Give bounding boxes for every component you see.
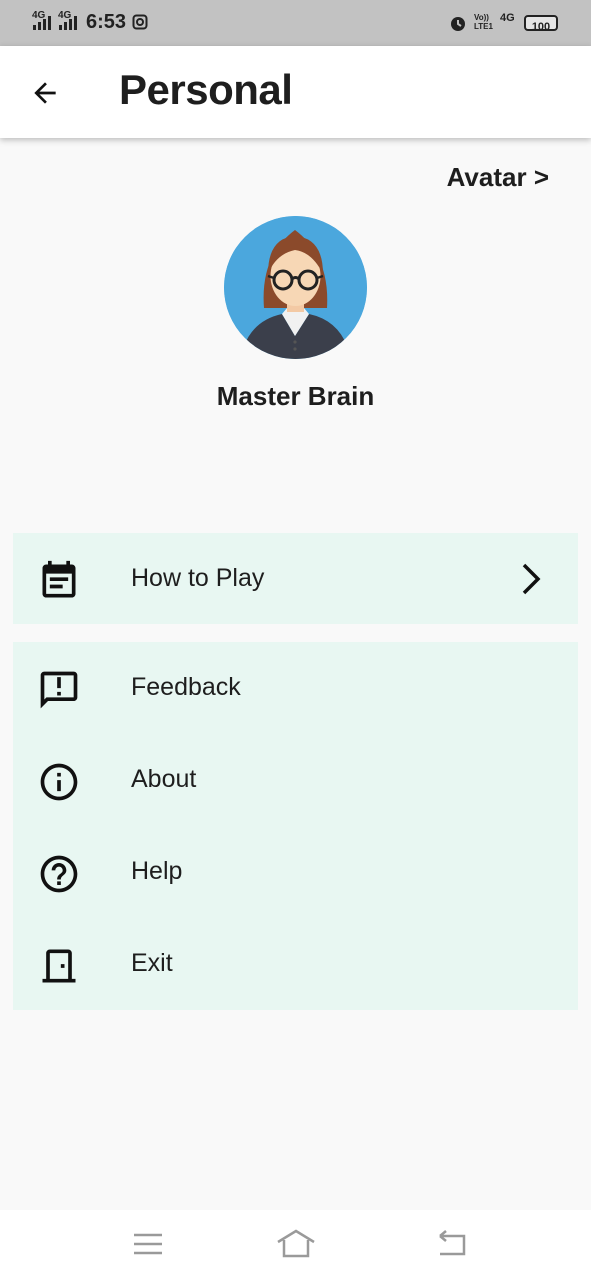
avatar[interactable]	[224, 216, 367, 359]
info-icon	[40, 763, 78, 801]
instagram-icon	[132, 14, 148, 30]
back-nav-icon[interactable]	[432, 1226, 472, 1262]
door-icon	[42, 949, 76, 983]
help-icon	[40, 855, 78, 893]
menu-card-secondary: Feedback About Help Exit	[13, 642, 578, 1010]
network-label: 4G	[500, 12, 515, 24]
signal-1-label: 4G	[32, 10, 46, 21]
menu-item-label: How to Play	[131, 564, 265, 592]
arrow-back-icon	[34, 82, 56, 104]
menu-item-help[interactable]: Help	[13, 826, 578, 918]
feedback-icon	[40, 671, 78, 709]
menu-item-about[interactable]: About	[13, 734, 578, 826]
menu-item-feedback[interactable]: Feedback	[13, 642, 578, 734]
chevron-right-icon	[522, 563, 541, 595]
signal-2-label: 4G	[58, 10, 72, 21]
menu-item-how-to-play[interactable]: How to Play	[13, 533, 578, 625]
volte-label: Vo)) LTE1	[474, 13, 493, 31]
alarm-icon	[451, 17, 465, 31]
home-icon[interactable]	[275, 1226, 317, 1262]
page-title: Personal	[119, 66, 293, 113]
menu-card-primary: How to Play	[13, 533, 578, 624]
menu-item-exit[interactable]: Exit	[13, 918, 578, 1010]
user-name: Master Brain	[216, 381, 375, 411]
app-bar: Personal	[0, 46, 591, 138]
menu-item-label: Help	[131, 857, 183, 885]
avatar-link[interactable]: Avatar >	[447, 162, 549, 193]
back-button[interactable]	[22, 70, 68, 116]
menu-item-label: About	[131, 765, 197, 793]
menu-item-label: Exit	[131, 949, 173, 977]
battery-icon: 100	[524, 15, 558, 33]
event-note-icon	[42, 560, 76, 598]
battery-level: 100	[531, 21, 551, 33]
clock: 6:53	[86, 11, 127, 33]
menu-item-label: Feedback	[131, 673, 241, 701]
status-bar: 4G 4G 6:53 Vo)) LTE1 4G 100	[0, 0, 591, 46]
menu-icon[interactable]	[128, 1226, 168, 1262]
avatar-illustration	[224, 216, 367, 359]
system-nav-bar	[0, 1210, 591, 1280]
